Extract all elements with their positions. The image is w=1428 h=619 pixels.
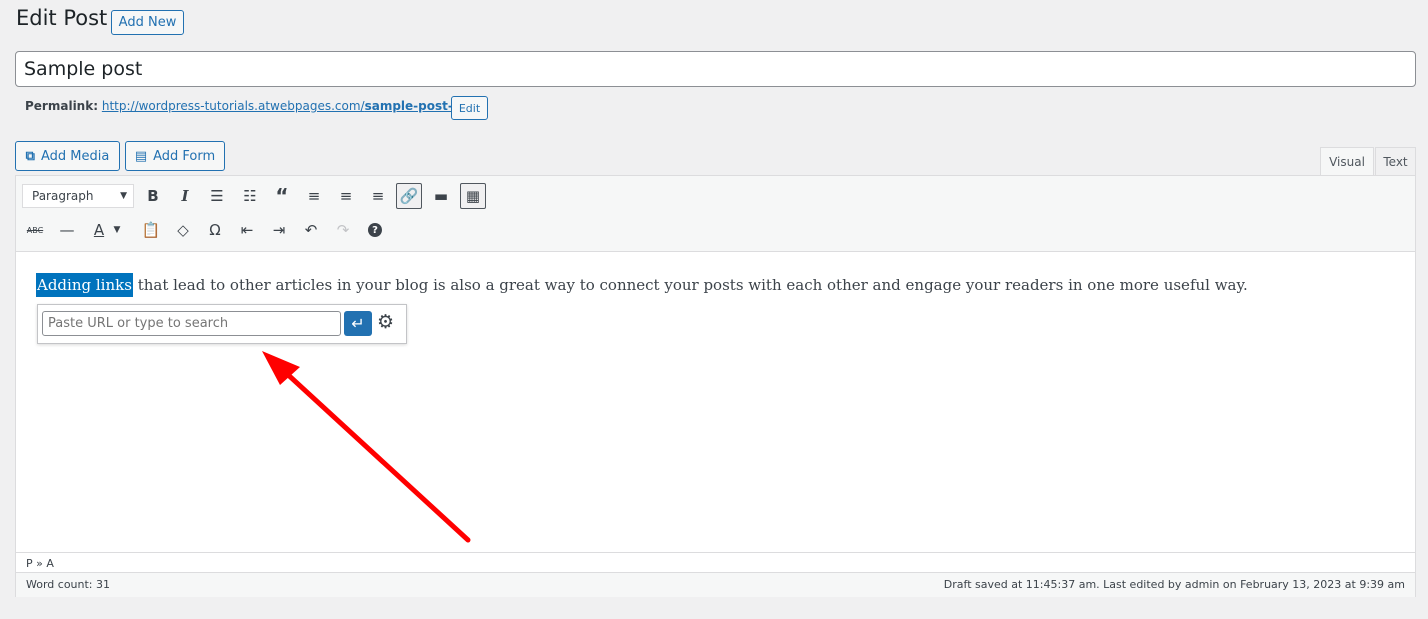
annotation-arrow xyxy=(262,351,471,543)
